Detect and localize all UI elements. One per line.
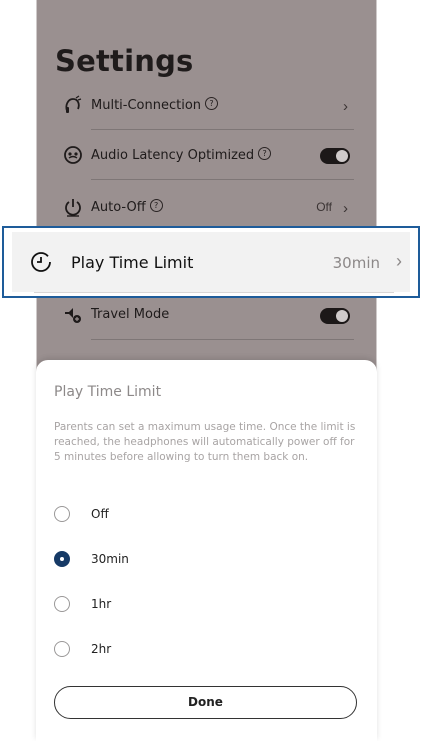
play-time-limit-value: 30min — [332, 254, 380, 272]
radio-button-selected[interactable] — [54, 551, 70, 567]
option-30min[interactable]: 30min — [54, 545, 254, 573]
travel-mode-toggle[interactable] — [320, 308, 350, 324]
setting-label: Auto-Off? — [91, 199, 163, 215]
page-title: Settings — [55, 44, 194, 78]
radio-button[interactable] — [54, 506, 70, 522]
option-label: Off — [91, 507, 109, 521]
divider — [91, 129, 354, 130]
option-label: 30min — [91, 552, 129, 566]
setting-label: Audio Latency Optimized? — [91, 147, 272, 163]
option-label: 2hr — [91, 642, 112, 656]
audio-latency-toggle[interactable] — [320, 148, 350, 164]
divider — [34, 292, 394, 293]
clock-icon — [31, 252, 51, 272]
divider — [91, 339, 354, 340]
option-2hr[interactable]: 2hr — [54, 635, 254, 663]
travel-mode-icon — [65, 308, 81, 323]
chevron-right-icon: › — [343, 98, 348, 115]
toggle-knob — [336, 150, 348, 162]
setting-multi-connection[interactable]: Multi-Connection? › — [55, 82, 354, 130]
multi-connection-icon — [65, 95, 82, 113]
play-time-limit-row[interactable]: Play Time Limit 30min › — [2, 226, 420, 298]
power-icon — [65, 199, 81, 217]
radio-button[interactable] — [54, 596, 70, 612]
setting-label: Multi-Connection? — [91, 97, 219, 113]
auto-off-value: Off — [316, 200, 332, 214]
option-label: 1hr — [91, 597, 112, 611]
setting-auto-off[interactable]: Auto-Off? Off › — [55, 184, 354, 232]
option-off[interactable]: Off — [54, 500, 254, 528]
play-time-limit-label: Play Time Limit — [71, 253, 194, 272]
help-icon[interactable]: ? — [205, 97, 219, 110]
option-1hr[interactable]: 1hr — [54, 590, 254, 618]
divider — [91, 179, 354, 180]
sheet-title: Play Time Limit — [54, 384, 162, 400]
play-time-limit-sheet: Play Time Limit Parents can set a maximu… — [36, 360, 377, 741]
setting-travel-mode: Travel Mode — [55, 292, 354, 340]
setting-label: Travel Mode — [91, 307, 170, 322]
done-button[interactable]: Done — [54, 686, 357, 719]
chevron-right-icon: › — [343, 200, 348, 217]
toggle-knob — [336, 310, 348, 322]
radio-button[interactable] — [54, 641, 70, 657]
sheet-description: Parents can set a maximum usage time. On… — [54, 421, 356, 463]
latency-icon — [64, 146, 82, 164]
setting-audio-latency: Audio Latency Optimized? — [55, 132, 354, 180]
chevron-right-icon: › — [396, 251, 402, 271]
help-icon[interactable]: ? — [149, 199, 163, 212]
help-icon[interactable]: ? — [258, 147, 272, 160]
